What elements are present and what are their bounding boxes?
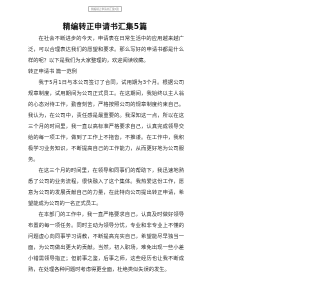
document-title: 精编转正申请书汇集5篇 bbox=[62, 22, 148, 31]
body-paragraph-2: 在这三个月的时间里，在领导和同事们的帮助下，我迅速地熟悉了公司的业务流程，很快融… bbox=[28, 168, 184, 207]
intro-paragraph: 在社会不断进步的今天，申请表在日常生活中的应用越来越广泛，可以合理表达我们的愿望… bbox=[28, 36, 184, 64]
document-body: 在社会不断进步的今天，申请表在日常生活中的应用越来越广泛，可以合理表达我们的愿望… bbox=[28, 34, 184, 276]
top-badge: 精编转正申请书汇集5篇 bbox=[88, 6, 122, 12]
body-paragraph-3: 在本部门的工作中，我一直严格要求自己，认真及时做好领导布置的每一项任务。同时主动… bbox=[28, 212, 184, 273]
body-paragraph-1: 我于5月1日与本公司签订了合同，试用期为3个月。根据公司规章制度，试用期间为公司… bbox=[28, 80, 184, 163]
section-heading: 转正申请书 篇一范例 bbox=[28, 69, 77, 75]
